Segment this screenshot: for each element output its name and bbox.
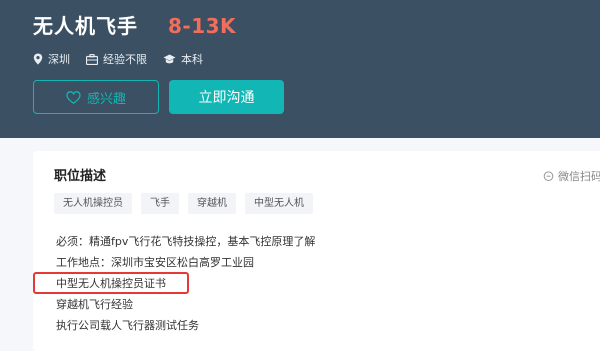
location-text: 深圳 [48, 53, 70, 66]
chat-bubble-icon [543, 170, 554, 181]
description-line: 穿越机飞行经验 [56, 298, 133, 311]
job-title: 无人机飞手 [33, 14, 138, 38]
highlight-annotation-box [33, 272, 189, 294]
meta-experience: 经验不限 [86, 51, 147, 67]
graduation-cap-icon [163, 54, 176, 63]
chat-now-button[interactable]: 立即沟通 [169, 80, 284, 114]
interest-label: 感兴趣 [86, 91, 126, 107]
job-meta: 深圳 经验不限 本科 [33, 51, 219, 67]
skill-tag: 飞手 [141, 193, 179, 214]
skill-tag: 中型无人机 [245, 193, 313, 214]
meta-location: 深圳 [33, 51, 70, 67]
description-line: 工作地点：深圳市宝安区松白高罗工业园 [56, 256, 254, 269]
briefcase-icon [86, 53, 98, 65]
skill-tag: 穿越机 [188, 193, 236, 214]
education-text: 本科 [181, 53, 203, 66]
section-title: 职位描述 [54, 169, 107, 184]
title-row: 无人机飞手 8-13K [33, 10, 236, 39]
location-pin-icon [33, 53, 43, 65]
job-description-card: 职位描述 微信扫码 无人机操控员 飞手 穿越机 中型无人机 必须：精通fpv飞行… [33, 151, 600, 351]
salary: 8-13K [168, 14, 237, 38]
skill-tags: 无人机操控员 飞手 穿越机 中型无人机 [54, 193, 322, 214]
heart-icon [66, 90, 81, 104]
description-line: 执行公司载人飞行器测试任务 [56, 319, 199, 332]
description-line: 必须：精通fpv飞行花飞特技操控，基本飞控原理了解 [56, 235, 316, 248]
job-header: 无人机飞手 8-13K 深圳 经验不限 本科 感兴趣 立即沟通 [0, 0, 600, 138]
skill-tag: 无人机操控员 [54, 193, 132, 214]
wechat-scan-link[interactable]: 微信扫码 [543, 168, 600, 184]
interest-button[interactable]: 感兴趣 [33, 80, 159, 114]
meta-education: 本科 [163, 51, 203, 67]
experience-text: 经验不限 [103, 53, 147, 66]
action-buttons: 感兴趣 立即沟通 [33, 80, 284, 114]
wechat-label: 微信扫码 [558, 170, 600, 183]
